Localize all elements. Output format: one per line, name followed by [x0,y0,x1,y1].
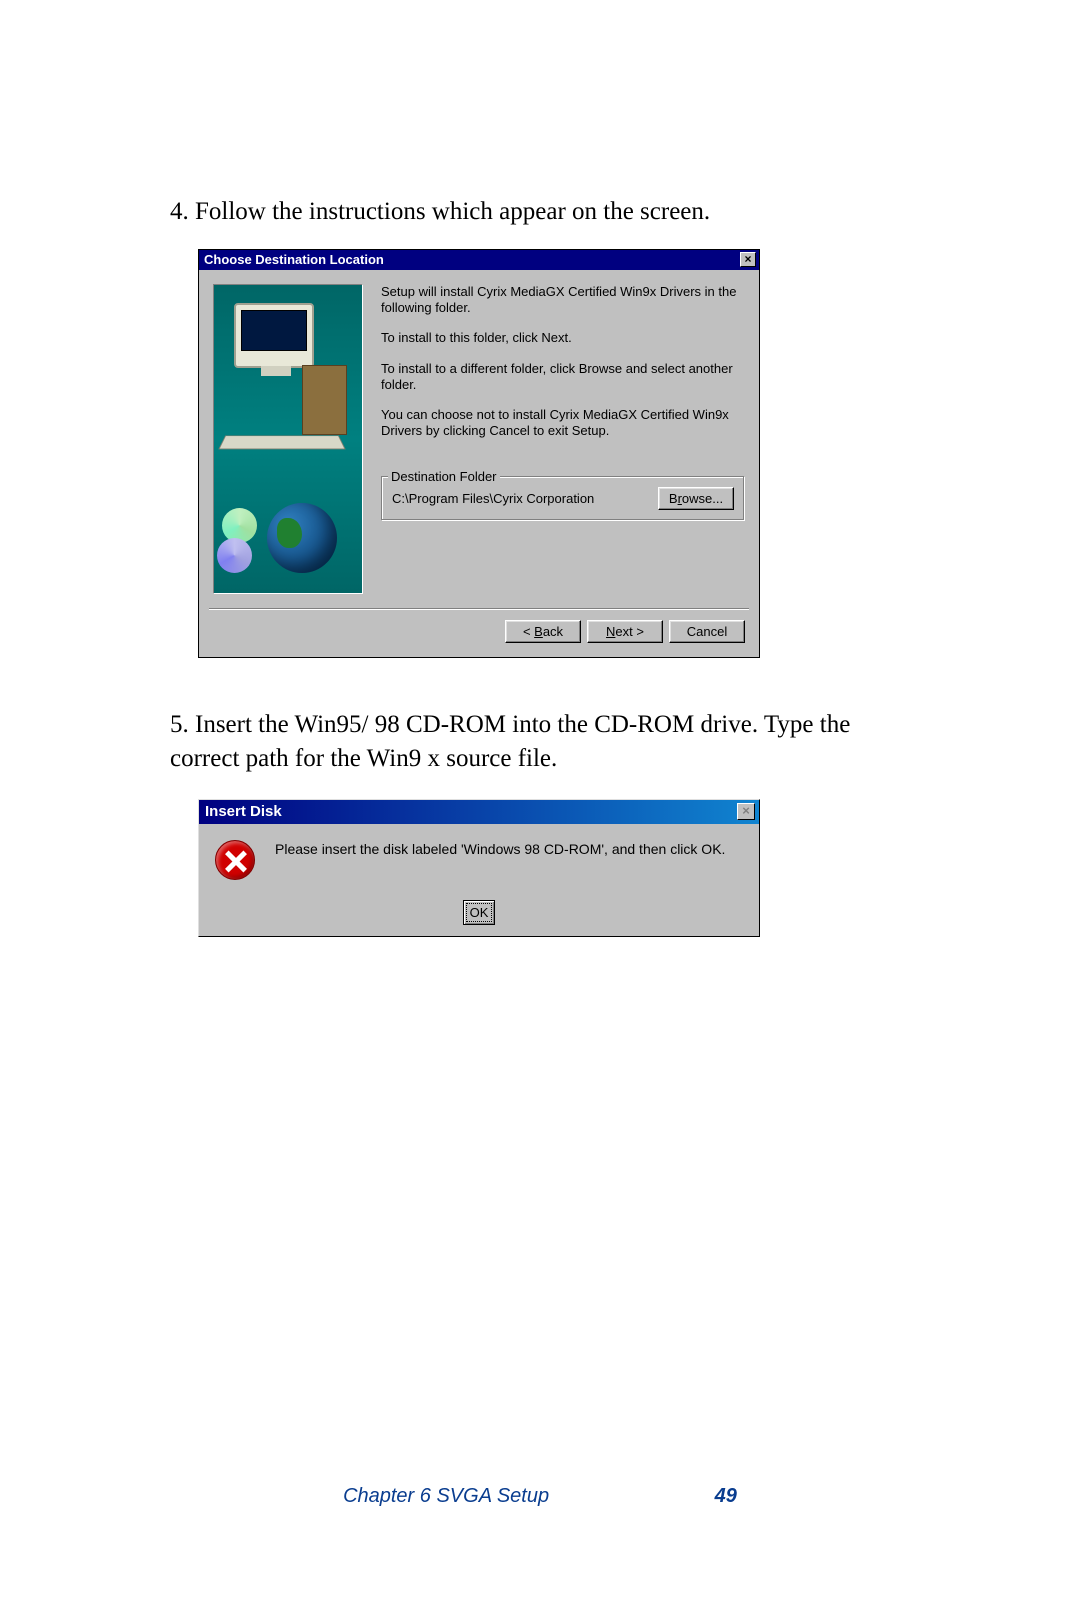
error-icon [215,840,255,880]
footer-page-number: 49 [715,1485,737,1508]
next-button[interactable]: Next > [587,620,663,643]
dialog-body: Please insert the disk labeled 'Windows … [199,824,759,886]
box-icon [302,365,347,435]
dialog-button-row: < Back Next > Cancel [199,610,759,657]
step-4-text: 4. Follow the instructions which appear … [170,195,910,229]
destination-path: C:\Program Files\Cyrix Corporation [392,491,594,506]
insert-disk-dialog: Insert Disk × Please insert the disk lab… [198,799,760,937]
ok-button[interactable]: OK [463,900,496,925]
insert-disk-message: Please insert the disk labeled 'Windows … [255,840,725,880]
destination-folder-label: Destination Folder [388,469,500,484]
document-page: 4. Follow the instructions which appear … [0,0,1080,937]
globe-icon [267,503,337,573]
install-text-2: To install to this folder, click Next. [381,330,745,346]
dialog-titlebar: Insert Disk × [199,800,759,824]
browse-button[interactable]: Browse... [658,487,734,510]
cd-icon-2 [217,538,252,573]
dialog-text-area: Setup will install Cyrix MediaGX Certifi… [363,284,745,594]
cd-icon [222,508,257,543]
install-text-3: To install to a different folder, click … [381,361,745,394]
dialog-title: Insert Disk [205,803,282,820]
dialog-titlebar: Choose Destination Location × [199,250,759,270]
page-footer: Chapter 6 SVGA Setup 49 [0,1485,1080,1508]
choose-destination-dialog: Choose Destination Location × Setup will… [198,249,760,658]
keyboard-icon [218,435,345,449]
installer-graphic [213,284,363,594]
close-button[interactable]: × [737,803,755,820]
dialog-body: Setup will install Cyrix MediaGX Certifi… [199,270,759,600]
close-button[interactable]: × [740,252,756,267]
back-button[interactable]: < Back [505,620,581,643]
install-text-1: Setup will install Cyrix MediaGX Certifi… [381,284,745,317]
step-5-text: 5. Insert the Win95/ 98 CD-ROM into the … [170,708,910,776]
destination-folder-group: Destination Folder C:\Program Files\Cyri… [381,476,745,521]
dialog-button-row: OK [199,904,759,920]
cancel-button[interactable]: Cancel [669,620,745,643]
install-text-4: You can choose not to install Cyrix Medi… [381,407,745,440]
dialog-title: Choose Destination Location [204,252,384,267]
footer-chapter: Chapter 6 SVGA Setup [343,1485,549,1507]
monitor-icon [234,303,314,368]
